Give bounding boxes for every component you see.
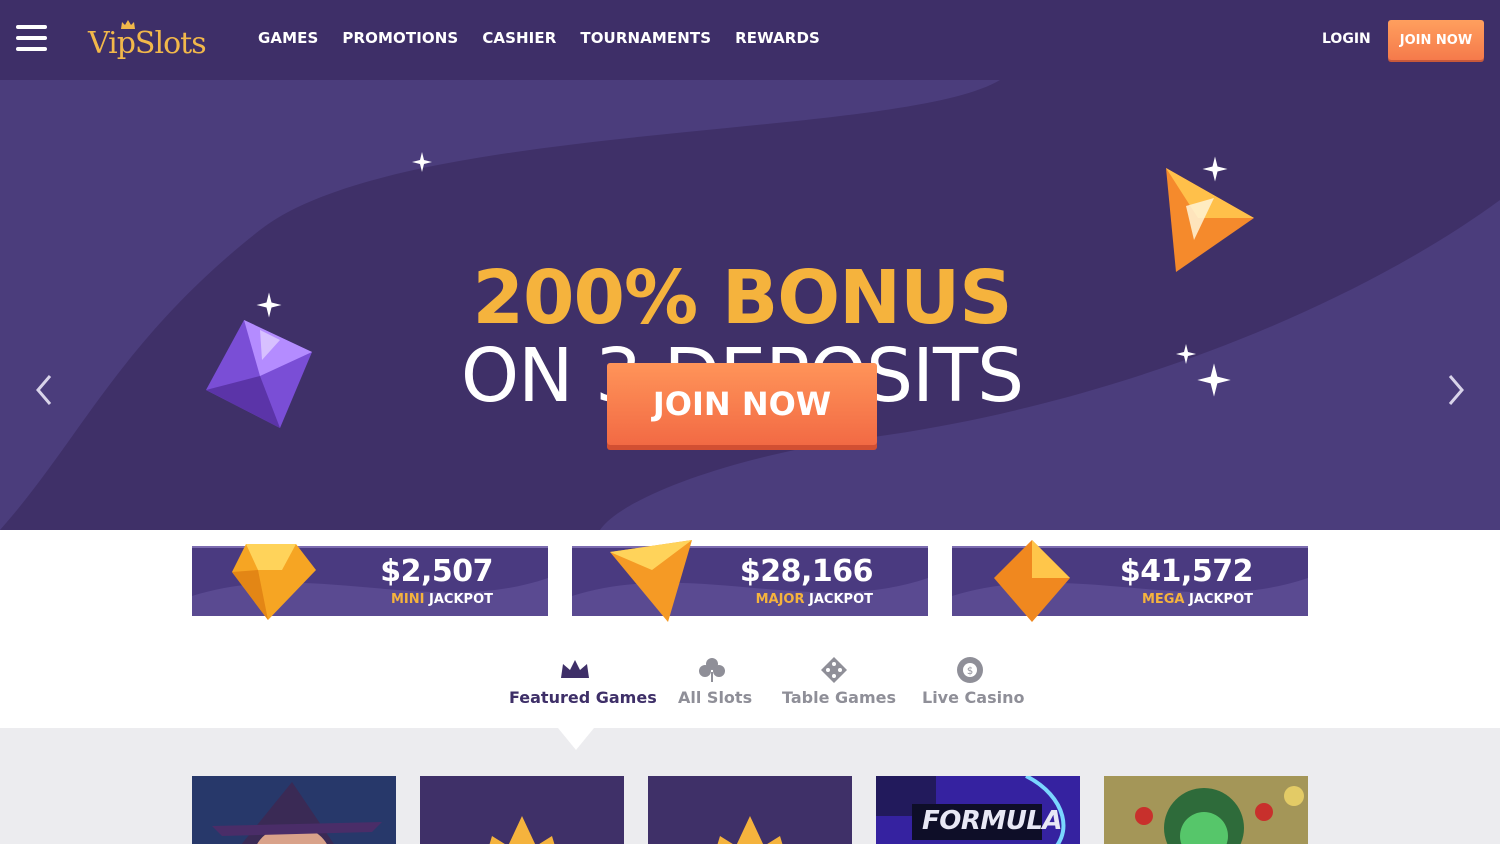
- dice-icon: [821, 657, 847, 683]
- jackpot-amount: $41,572: [1119, 554, 1254, 589]
- clover-icon: [699, 658, 725, 682]
- sparkle-icon: [1197, 363, 1231, 397]
- orange-triangle-gem-icon: [610, 540, 692, 622]
- join-now-button[interactable]: JOIN NOW: [1388, 20, 1484, 60]
- nav-tournaments[interactable]: TOURNAMENTS: [580, 29, 711, 47]
- mega-jackpot-card: $41,572 MEGA JACKPOT: [952, 540, 1308, 622]
- hamburger-menu-icon[interactable]: [16, 25, 47, 53]
- game-thumbnail-placeholder[interactable]: [420, 776, 624, 844]
- crown-icon: [561, 660, 589, 678]
- hero-banner: 200% BONUS ON 3 DEPOSITS JOIN NOW: [0, 80, 1500, 530]
- chip-icon: $: [957, 657, 983, 683]
- jackpot-label: MINI JACKPOT: [391, 592, 493, 607]
- chevron-left-icon[interactable]: [28, 370, 58, 410]
- game-thumbnail-witch[interactable]: [192, 776, 396, 844]
- nav-rewards[interactable]: REWARDS: [735, 29, 820, 47]
- mini-jackpot-card: $2,507 MINI JACKPOT: [192, 544, 548, 620]
- sparkle-icon: [412, 152, 432, 172]
- formula-title: FORMULA: [922, 806, 1063, 836]
- sparkle-icon: [256, 292, 282, 318]
- featured-games-grid: FORMULA: [0, 728, 1500, 844]
- hero-join-now-button[interactable]: JOIN NOW: [607, 363, 877, 445]
- main-nav-links: GAMES PROMOTIONS CASHIER TOURNAMENTS REW…: [258, 29, 820, 47]
- game-thumbnail-medusa[interactable]: [1104, 776, 1308, 844]
- svg-text:$: $: [967, 666, 973, 677]
- game-thumbnail-placeholder[interactable]: [648, 776, 852, 844]
- sparkle-icon: [1202, 156, 1228, 182]
- top-navigation: VipSlots GAMES PROMOTIONS CASHIER TOURNA…: [0, 0, 1500, 80]
- tab-live-casino[interactable]: $ Live Casino: [922, 656, 1024, 707]
- tab-all-slots[interactable]: All Slots: [678, 656, 752, 707]
- yellow-diamond-icon: [232, 544, 316, 620]
- medusa-slot-thumbnail: [1104, 776, 1308, 844]
- nav-cashier[interactable]: CASHIER: [482, 29, 556, 47]
- jackpot-label: MEGA JACKPOT: [1141, 592, 1253, 607]
- tab-table-games[interactable]: Table Games: [782, 656, 896, 707]
- active-tab-pointer: [558, 728, 594, 750]
- orange-diamond-gem-icon: [994, 540, 1070, 622]
- tab-featured-games[interactable]: Featured Games: [509, 656, 657, 707]
- witch-slot-thumbnail: [192, 776, 396, 844]
- nav-games[interactable]: GAMES: [258, 29, 318, 47]
- logo-text: VipSlots: [88, 26, 207, 61]
- vipslots-logo[interactable]: VipSlots: [88, 20, 218, 66]
- nav-promotions[interactable]: PROMOTIONS: [342, 29, 458, 47]
- chevron-right-icon[interactable]: [1442, 370, 1472, 410]
- jackpot-amount: $2,507: [380, 554, 493, 589]
- crown-icon: [489, 816, 555, 844]
- crown-icon: [717, 816, 783, 844]
- game-thumbnail-formula[interactable]: FORMULA: [876, 776, 1080, 844]
- jackpot-amount: $28,166: [739, 554, 874, 589]
- game-category-tabs: Featured Games All Slots Table Games $ L…: [0, 656, 1500, 716]
- login-link[interactable]: LOGIN: [1322, 31, 1371, 47]
- jackpot-label: MAJOR JACKPOT: [755, 592, 873, 607]
- major-jackpot-card: $28,166 MAJOR JACKPOT: [572, 540, 928, 622]
